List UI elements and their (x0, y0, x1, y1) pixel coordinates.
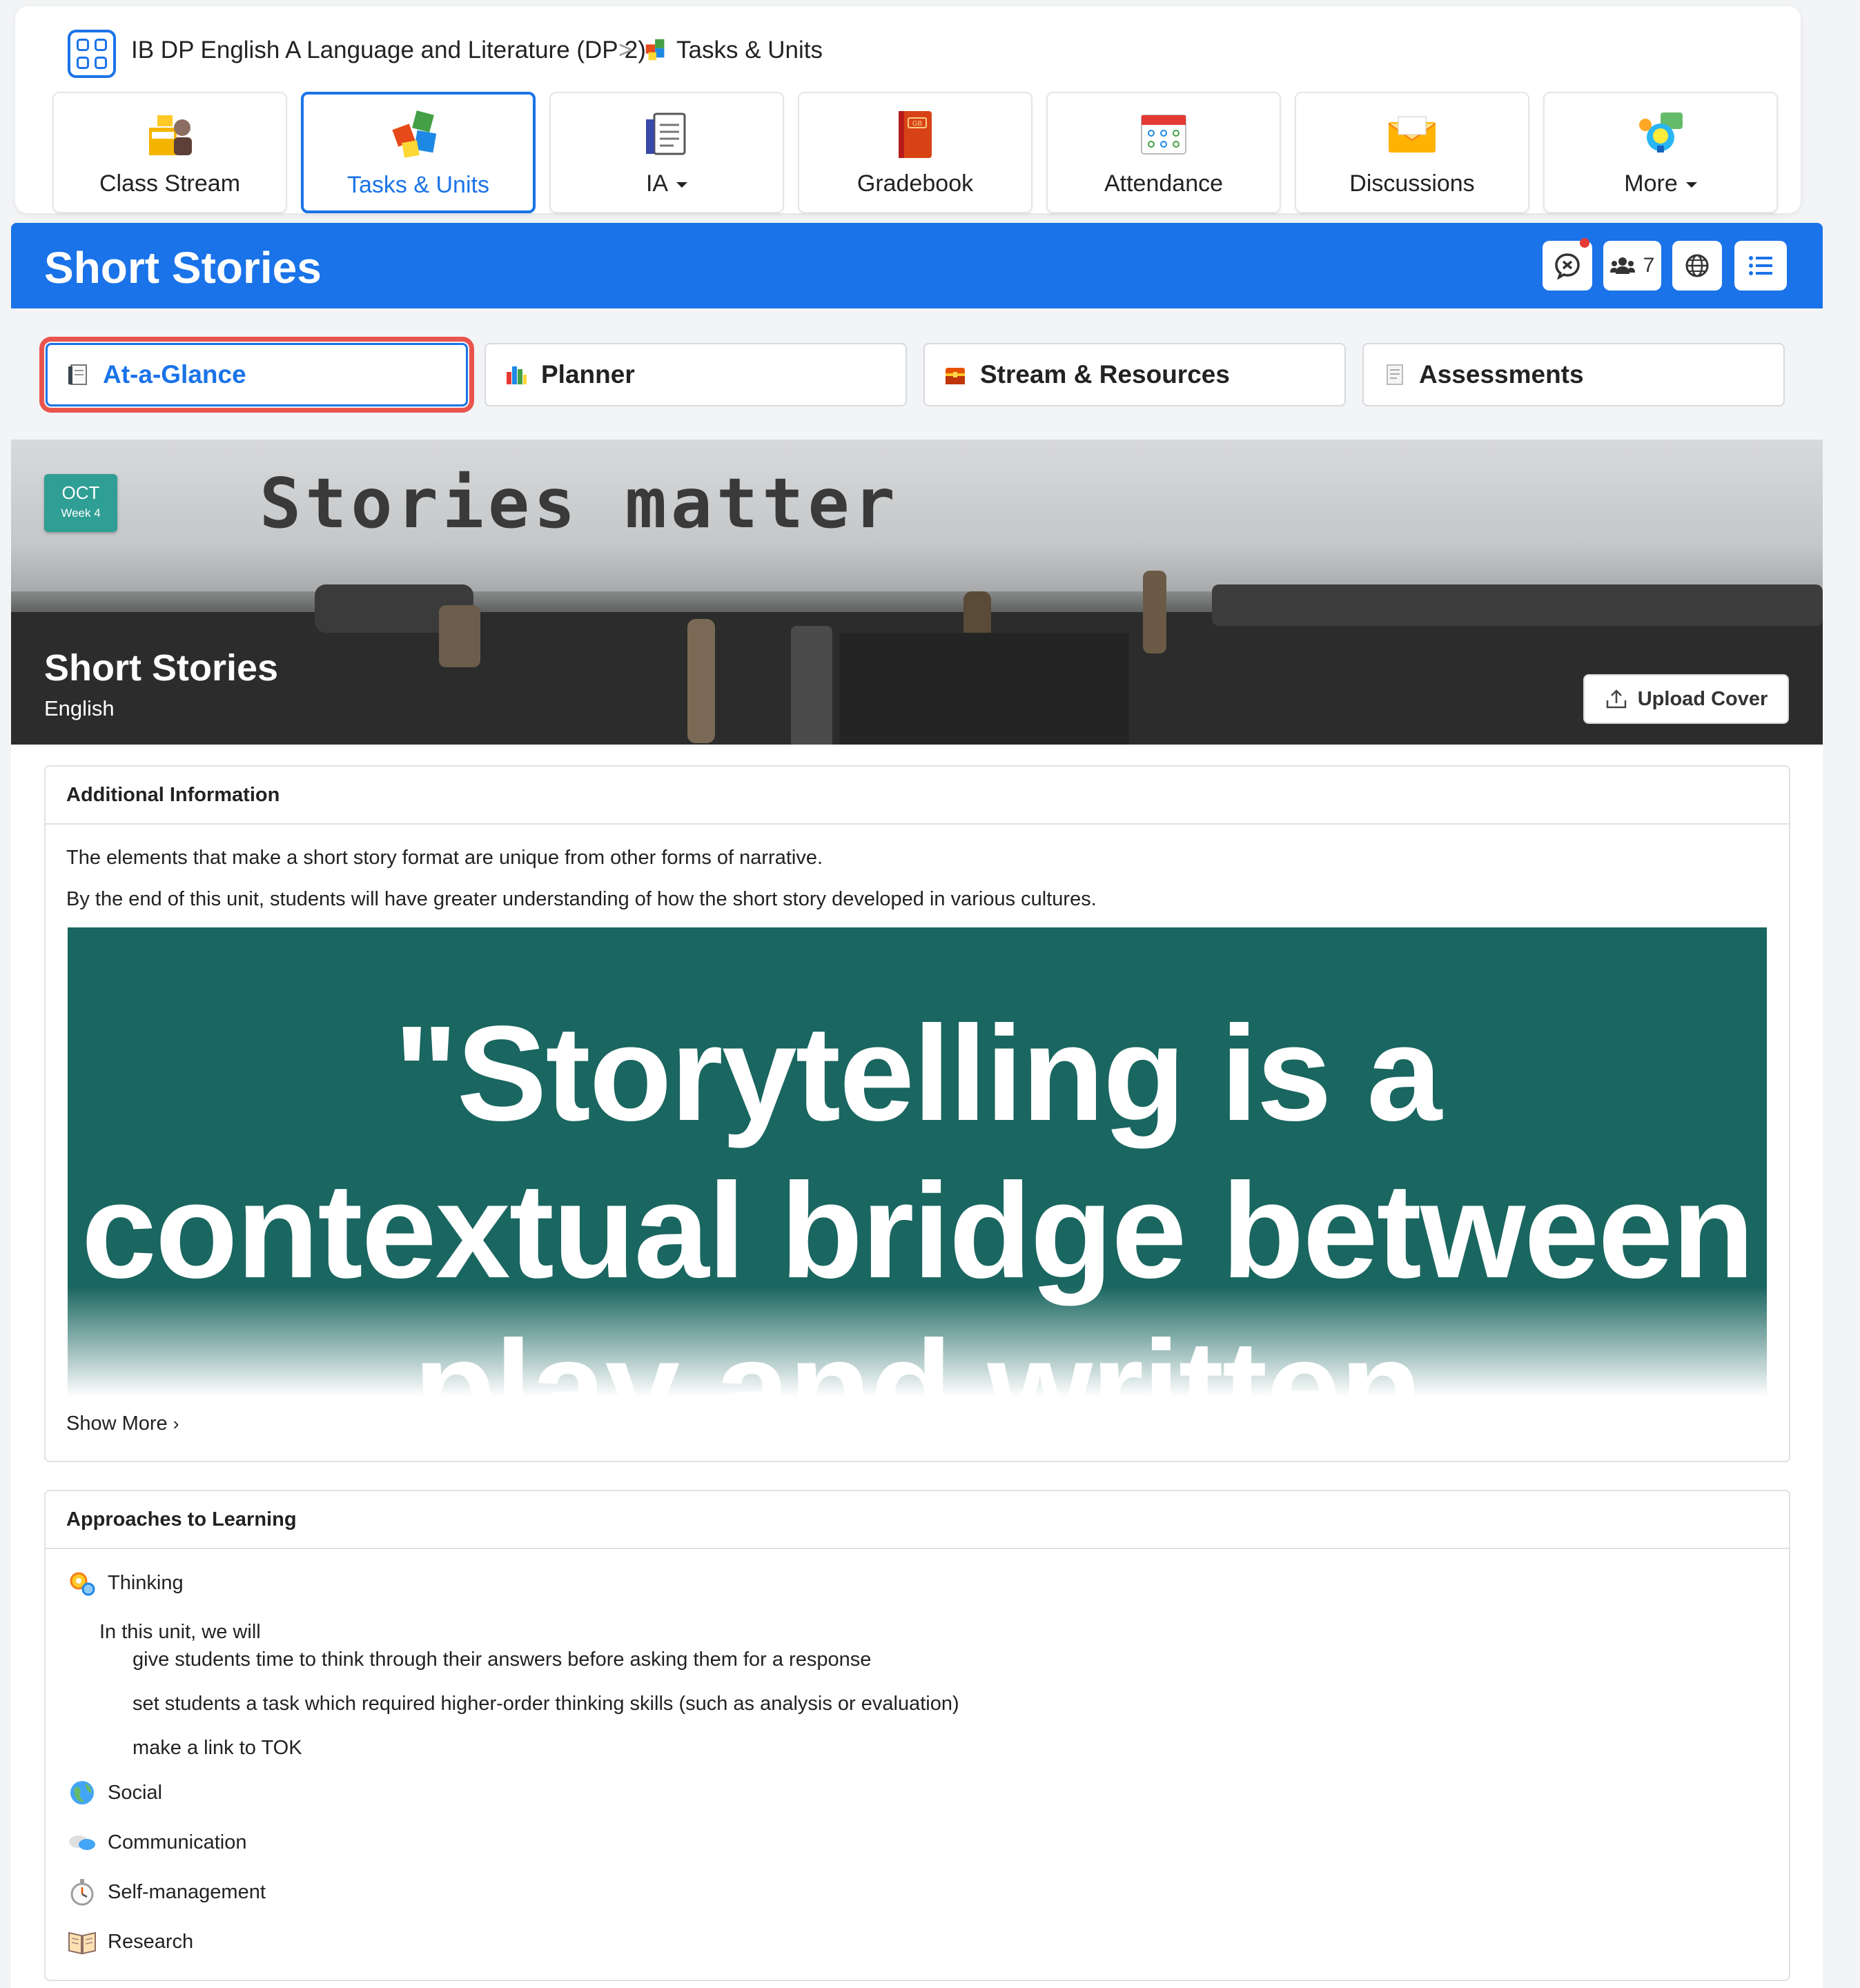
puzzle-icon (392, 110, 437, 158)
atl-social: Social (66, 1777, 162, 1809)
puzzle-icon (645, 39, 665, 61)
atl-intro: In this unit, we will (99, 1621, 261, 1643)
class-stream-icon (149, 115, 192, 155)
atl-label: Social (108, 1781, 162, 1804)
members-button[interactable]: 7 (1603, 241, 1661, 291)
info-paragraph: By the end of this unit, students will h… (66, 888, 1097, 910)
tab-at-a-glance[interactable]: At-a-Glance (39, 337, 474, 413)
ia-document-icon (646, 112, 686, 155)
atl-label: Research (108, 1930, 194, 1953)
notebook-icon (68, 364, 87, 385)
svg-text:GB: GB (912, 120, 923, 128)
nav-discussions[interactable]: Discussions (1295, 92, 1529, 213)
nav-label: Attendance (1104, 170, 1224, 197)
users-icon (1609, 257, 1635, 274)
upload-icon (1606, 689, 1626, 709)
atl-self-management: Self-management (66, 1876, 266, 1908)
atl-item: make a link to TOK (133, 1737, 302, 1759)
breadcrumb-course[interactable]: IB DP English A Language and Literature … (131, 37, 646, 64)
nav-attendance[interactable]: Attendance (1046, 92, 1281, 213)
tab-label: Planner (541, 360, 635, 388)
tab-label: Assessments (1419, 360, 1584, 388)
language-button[interactable] (1672, 241, 1722, 291)
atl-communication: Communication (66, 1827, 246, 1858)
panel-heading: Approaches to Learning (46, 1491, 1789, 1549)
nav-ia[interactable]: IA (549, 92, 784, 213)
approaches-to-learning-panel: Approaches to Learning Thinking In this … (44, 1490, 1790, 1981)
apps-grid-icon[interactable] (68, 30, 116, 78)
open-book-icon (68, 1931, 96, 1955)
nav-label-wrap: More (1545, 170, 1776, 197)
gradebook-icon: GB (899, 111, 932, 158)
nav-label: More (1624, 170, 1678, 197)
at-a-glance-content: Additional Information The elements that… (11, 745, 1823, 1988)
additional-information-panel: Additional Information The elements that… (44, 765, 1790, 1462)
bar-chart-icon (507, 366, 527, 384)
banner-subject: English (44, 696, 115, 720)
treasure-chest-icon (946, 368, 965, 384)
nav-label: IA (645, 170, 669, 197)
tab-planner[interactable]: Planner (484, 343, 907, 406)
atl-item: give students time to think through thei… (133, 1649, 872, 1671)
unit-header: Short Stories 7 (11, 223, 1823, 308)
nav-label-wrap: IA (551, 170, 783, 197)
nav-tasks-units[interactable]: Tasks & Units (301, 92, 536, 213)
nav-gradebook[interactable]: GB Gradebook (798, 92, 1032, 213)
list-view-button[interactable] (1734, 241, 1787, 291)
nav-label: Gradebook (856, 170, 974, 197)
tab-label: At-a-Glance (103, 360, 246, 388)
show-more-link[interactable]: Show More › (66, 1413, 179, 1435)
atl-label: Communication (108, 1831, 247, 1853)
panel-heading: Additional Information (46, 767, 1789, 825)
envelope-icon (1388, 116, 1436, 152)
typewriter-text: Stories matter (260, 463, 899, 544)
speech-bubbles-icon (69, 1836, 95, 1850)
show-more-label: Show More (66, 1413, 168, 1435)
info-paragraph: The elements that make a short story for… (66, 847, 823, 869)
globe-icon (1685, 254, 1709, 277)
banner-title: Short Stories (44, 647, 279, 689)
unit-subtabs: At-a-Glance Planner Stream & Resources A… (11, 308, 1823, 440)
upload-cover-button[interactable]: Upload Cover (1583, 674, 1789, 724)
chevron-right-icon: › (173, 1413, 179, 1434)
stopwatch-icon (70, 1879, 94, 1906)
tab-assessments[interactable]: Assessments (1362, 343, 1785, 406)
date-week: Week 4 (61, 506, 101, 520)
attendance-calendar-icon (1141, 115, 1186, 155)
nav-label: Tasks & Units (347, 172, 489, 198)
list-icon (1749, 256, 1772, 275)
member-count: 7 (1643, 254, 1655, 277)
fade-overlay (68, 1286, 1767, 1397)
typewriter-image (11, 571, 1823, 745)
date-month: OCT (61, 482, 100, 503)
page-title: Short Stories (44, 243, 322, 293)
nav-more[interactable]: More (1543, 92, 1778, 213)
caret-down-icon (1685, 182, 1697, 188)
unit-cover-banner: Stories matter OCT Week 4 Short Stories … (11, 440, 1823, 745)
course-navigation-card: IB DP English A Language and Literature … (15, 6, 1801, 213)
gears-icon (70, 1572, 95, 1596)
atl-research: Research (66, 1926, 193, 1958)
atl-thinking: Thinking (66, 1567, 184, 1599)
nav-class-stream[interactable]: Class Stream (52, 92, 287, 213)
atl-label: Thinking (108, 1571, 184, 1594)
tab-stream-resources[interactable]: Stream & Resources (923, 343, 1346, 406)
atl-item: set students a task which required highe… (133, 1693, 959, 1715)
date-badge: OCT Week 4 (44, 474, 117, 532)
nav-label: Class Stream (99, 170, 241, 197)
lightbulb-chat-icon (1639, 112, 1683, 152)
chat-bubble-icon (1555, 253, 1580, 279)
nav-label: Discussions (1349, 170, 1475, 197)
breadcrumb-chevron-icon: > (618, 37, 633, 63)
quote-image: "Storytelling is a contextual bridge bet… (68, 927, 1767, 1397)
notification-dot (1580, 238, 1589, 248)
breadcrumb-current: Tasks & Units (676, 37, 823, 63)
upload-cover-label: Upload Cover (1637, 687, 1768, 710)
globe-icon (70, 1781, 94, 1804)
caret-down-icon (676, 182, 688, 188)
tab-label: Stream & Resources (980, 360, 1230, 388)
atl-label: Self-management (108, 1880, 266, 1903)
document-icon (1387, 364, 1403, 385)
chat-button[interactable] (1543, 238, 1592, 291)
